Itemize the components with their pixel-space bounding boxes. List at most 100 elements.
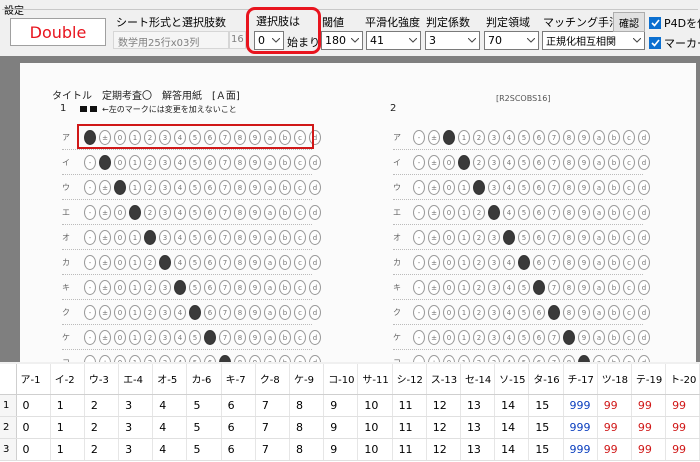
table-cell[interactable]: 2 xyxy=(84,416,120,439)
results-grid[interactable]: ア-1 イ-2 ウ-3 エ-4 オ-5 カ-6 キ-7 ク-8 ケ-9 コ-10 サ-11 シ-12 ス… xyxy=(0,364,700,462)
column-header[interactable]: ツ-18 xyxy=(597,364,632,395)
table-cell[interactable]: 999 xyxy=(563,394,598,417)
table-cell[interactable]: 7 xyxy=(255,416,291,439)
table-cell[interactable]: 8 xyxy=(289,438,325,461)
confirm-button[interactable]: 確認 xyxy=(613,12,645,32)
table-cell[interactable]: 4 xyxy=(152,438,188,461)
column-header[interactable]: カ-6 xyxy=(186,364,222,395)
table-cell[interactable]: 99 xyxy=(597,394,632,417)
table-cell[interactable]: 9 xyxy=(323,416,359,439)
table-cell[interactable]: 10 xyxy=(357,394,393,417)
table-cell[interactable]: 99 xyxy=(631,438,667,461)
table-cell[interactable]: 99 xyxy=(631,416,667,439)
table-cell[interactable]: 13 xyxy=(460,438,496,461)
table-cell[interactable]: 9 xyxy=(323,438,359,461)
sheet-format-field[interactable]: 数学用25行x03列 xyxy=(113,31,229,49)
table-cell[interactable]: 99 xyxy=(597,438,632,461)
p4d-checkbox-row[interactable]: P4Dを使 xyxy=(649,15,700,31)
table-cell[interactable]: 99 xyxy=(597,416,632,439)
table-cell[interactable]: 6 xyxy=(221,394,256,417)
table-cell[interactable]: 4 xyxy=(152,416,188,439)
column-header[interactable]: ア-1 xyxy=(16,364,51,395)
table-cell[interactable]: 10 xyxy=(357,438,393,461)
column-header[interactable]: ト-20 xyxy=(665,364,700,395)
table-cell[interactable]: 5 xyxy=(186,394,222,417)
scan-preview[interactable]: タイトル 定期考査〇 解答用紙 [Ａ面] 1 ←左のマークには変更を加えないこと… xyxy=(0,56,700,362)
table-cell[interactable]: 5 xyxy=(186,416,222,439)
table-cell[interactable]: 5 xyxy=(186,438,222,461)
table-cell[interactable]: 15 xyxy=(528,394,564,417)
table-cell[interactable]: 99 xyxy=(631,394,667,417)
column-header[interactable]: サ-11 xyxy=(357,364,393,395)
table-row[interactable]: 1 0 1 2 3 4 5 6 7 8 9 10 11 12 13 14 15 999 99 99 99 xyxy=(0,394,700,417)
row-header[interactable]: 1 xyxy=(0,394,17,417)
table-cell[interactable]: 999 xyxy=(563,438,598,461)
table-cell[interactable]: 4 xyxy=(152,394,188,417)
table-cell[interactable]: 999 xyxy=(563,416,598,439)
table-cell[interactable]: 6 xyxy=(221,438,256,461)
column-header[interactable]: ケ-9 xyxy=(289,364,325,395)
table-cell[interactable]: 0 xyxy=(16,438,51,461)
area-select[interactable]: 70 xyxy=(484,31,539,50)
column-header[interactable]: エ-4 xyxy=(118,364,154,395)
column-header[interactable]: オ-5 xyxy=(152,364,188,395)
table-cell[interactable]: 3 xyxy=(118,394,154,417)
table-cell[interactable]: 13 xyxy=(460,394,496,417)
table-cell[interactable]: 99 xyxy=(665,416,700,439)
table-cell[interactable]: 3 xyxy=(118,416,154,439)
column-header[interactable]: イ-2 xyxy=(50,364,85,395)
sheet-format-extra-field[interactable]: 16 xyxy=(229,31,246,49)
table-cell[interactable]: 15 xyxy=(528,416,564,439)
column-header[interactable]: シ-12 xyxy=(392,364,427,395)
table-cell[interactable]: 9 xyxy=(323,394,359,417)
table-cell[interactable]: 11 xyxy=(392,416,427,439)
table-cell[interactable]: 14 xyxy=(494,416,530,439)
table-cell[interactable]: 14 xyxy=(494,438,530,461)
row-header[interactable]: 2 xyxy=(0,416,17,439)
column-header[interactable]: セ-14 xyxy=(460,364,496,395)
column-header[interactable]: キ-7 xyxy=(221,364,256,395)
table-cell[interactable]: 0 xyxy=(16,416,51,439)
table-cell[interactable]: 7 xyxy=(255,438,291,461)
table-cell[interactable]: 1 xyxy=(50,394,85,417)
smoothing-select[interactable]: 41 xyxy=(366,31,421,50)
table-cell[interactable]: 6 xyxy=(221,416,256,439)
marker-checkbox-row[interactable]: マーカー xyxy=(649,35,700,51)
row-header[interactable]: 3 xyxy=(0,438,17,461)
table-cell[interactable]: 3 xyxy=(118,438,154,461)
table-cell[interactable]: 8 xyxy=(289,416,325,439)
row-divider xyxy=(393,299,643,300)
table-row[interactable]: 3 0 1 2 3 4 5 6 7 8 9 10 11 12 13 14 15 999 99 99 99 xyxy=(0,438,700,461)
column-header[interactable]: ソ-15 xyxy=(494,364,530,395)
coefficient-select[interactable]: 3 xyxy=(425,31,480,50)
table-cell[interactable]: 2 xyxy=(84,394,120,417)
matching-method-select[interactable]: 正規化相互相関 xyxy=(542,31,645,50)
table-cell[interactable]: 11 xyxy=(392,394,427,417)
table-cell[interactable]: 12 xyxy=(426,438,461,461)
table-cell[interactable]: 2 xyxy=(84,438,120,461)
table-row[interactable]: 2 0 1 2 3 4 5 6 7 8 9 10 11 12 13 14 15 999 99 99 99 xyxy=(0,416,700,439)
table-cell[interactable]: 11 xyxy=(392,438,427,461)
table-cell[interactable]: 99 xyxy=(665,438,700,461)
table-cell[interactable]: 14 xyxy=(494,394,530,417)
table-cell[interactable]: 13 xyxy=(460,416,496,439)
table-cell[interactable]: 12 xyxy=(426,394,461,417)
column-header[interactable]: チ-17 xyxy=(563,364,598,395)
table-cell[interactable]: 12 xyxy=(426,416,461,439)
column-header[interactable]: コ-10 xyxy=(323,364,359,395)
table-cell[interactable]: 15 xyxy=(528,438,564,461)
table-cell[interactable]: 8 xyxy=(289,394,325,417)
table-cell[interactable]: 0 xyxy=(16,394,51,417)
column-header[interactable]: テ-19 xyxy=(631,364,667,395)
table-cell[interactable]: 10 xyxy=(357,416,393,439)
threshold-select[interactable]: 180 xyxy=(321,31,363,50)
table-cell[interactable]: 1 xyxy=(50,438,85,461)
column-header[interactable]: ウ-3 xyxy=(84,364,120,395)
column-header[interactable]: タ-16 xyxy=(528,364,564,395)
table-cell[interactable]: 99 xyxy=(665,394,700,417)
mode-button[interactable]: Double xyxy=(10,18,106,46)
column-header[interactable]: ス-13 xyxy=(426,364,461,395)
table-cell[interactable]: 7 xyxy=(255,394,291,417)
table-cell[interactable]: 1 xyxy=(50,416,85,439)
column-header[interactable]: ク-8 xyxy=(255,364,291,395)
